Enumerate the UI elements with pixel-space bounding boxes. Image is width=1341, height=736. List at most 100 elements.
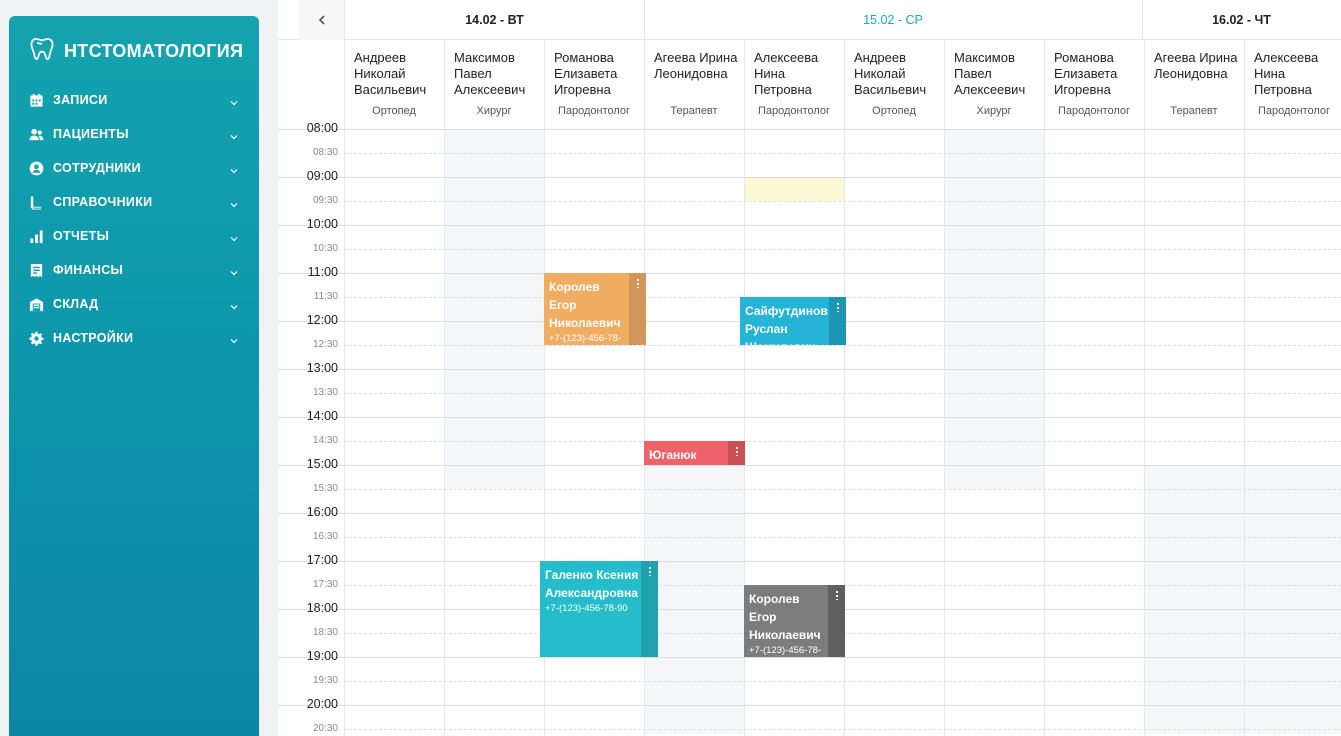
patient-name: Сайфутдинов Руслан Шамилевич	[745, 304, 828, 345]
doctor-name: Агеева Ирина Леонидовна	[654, 50, 738, 81]
time-gridline	[344, 729, 1341, 730]
patient-name: Королев Егор Николаевич	[549, 280, 621, 330]
time-gridline	[344, 537, 1341, 538]
time-label: 16:30	[312, 531, 338, 542]
menu-item-label: СОТРУДНИКИ	[53, 161, 141, 175]
column-divider	[1244, 40, 1245, 736]
highlighted-slot[interactable]	[744, 177, 844, 201]
appointment-card[interactable]: Галенко Ксения Александровна +7-(123)-456…	[540, 561, 658, 657]
appointment-card[interactable]: Королев Егор Николаевич +7-(123)-456-78-9…	[744, 585, 845, 657]
doctor-specialty: Ортопед	[372, 105, 416, 117]
time-gridline	[278, 273, 1341, 274]
doctor-header[interactable]: Алексеева Нина Петровна Пародонтолог	[744, 40, 844, 129]
appointment-card[interactable]: Сайфутдинов Руслан Шамилевич	[740, 297, 846, 345]
time-label: 19:00	[306, 649, 338, 663]
appointment-card[interactable]: Юганюк	[644, 441, 745, 465]
doctor-header[interactable]: Андреев Николай Васильевич Ортопед	[344, 40, 444, 129]
time-gridline	[278, 225, 1341, 226]
more-options-icon[interactable]	[728, 441, 745, 465]
schedule-grid: 08:00 08:30 09:00 09:30 10:00 10:30 11:00 11:30…	[278, 40, 1341, 736]
day-tab-2[interactable]: 15.02 - СР	[644, 0, 1142, 40]
time-gridline	[278, 561, 1341, 562]
doctor-specialty: Терапевт	[1170, 105, 1218, 117]
more-options-icon[interactable]	[828, 585, 845, 657]
menu-item-label: ЗАПИСИ	[53, 93, 108, 107]
column-divider	[1144, 40, 1145, 736]
doctor-name: Максимов Павел Алексеевич	[954, 50, 1026, 97]
menu-item-label: СКЛАД	[53, 297, 99, 311]
day-tab-1[interactable]: 14.02 - ВТ	[345, 0, 644, 40]
time-gridline	[344, 153, 1341, 154]
day-tab-3[interactable]: 16.02 - ЧТ	[1142, 0, 1341, 40]
doctor-name: Максимов Павел Алексеевич	[454, 50, 526, 97]
chevron-down-icon	[229, 333, 239, 344]
time-label: 08:30	[312, 147, 338, 158]
tooth-logo-icon	[29, 36, 55, 67]
doctor-specialty: Пародонтолог	[757, 105, 831, 117]
doctor-specialty: Пародонтолог	[1257, 105, 1331, 117]
time-label: 19:30	[312, 675, 338, 686]
column-divider	[1044, 40, 1045, 736]
user-circle-icon	[28, 160, 44, 176]
doctor-header[interactable]: Романова Елизавета Игоревна Пародонтолог	[544, 40, 644, 129]
doctor-specialty: Пародонтолог	[557, 105, 631, 117]
doctor-header[interactable]: Агеева Ирина Леонидовна Терапевт	[1144, 40, 1244, 129]
appointment-body: Королев Егор Николаевич +7-(123)-456-78-9…	[744, 585, 828, 657]
doctor-name: Андреев Николай Васильевич	[354, 50, 427, 97]
appointment-body: Юганюк	[644, 441, 728, 465]
more-options-icon[interactable]	[629, 273, 646, 345]
menu-item-7[interactable]: СКЛАД	[9, 287, 259, 321]
gear-icon	[28, 330, 44, 346]
day-separator	[1142, 0, 1143, 40]
doctor-name: Андреев Николай Васильевич	[854, 50, 927, 97]
doctor-name: Алексеева Нина Петровна	[1254, 50, 1319, 97]
chevron-down-icon	[229, 231, 239, 242]
time-gridline	[344, 441, 1341, 442]
time-gridline	[278, 369, 1341, 370]
sidebar: НТСТОМАТОЛОГИЯ ЗАПИСИ ПАЦИЕНТЫ СОТРУДНИКИ С…	[9, 16, 259, 736]
day-bar: 14.02 - ВТ 15.02 - СР 16.02 - ЧТ	[278, 0, 1341, 40]
menu-item-4[interactable]: СПРАВОЧНИКИ	[9, 185, 259, 219]
more-options-icon[interactable]	[641, 561, 658, 657]
menu-item-5[interactable]: ОТЧЕТЫ	[9, 219, 259, 253]
brand-name: НТСТОМАТОЛОГИЯ	[64, 41, 244, 61]
time-label: 13:00	[306, 361, 338, 375]
menu-item-8[interactable]: НАСТРОЙКИ	[9, 321, 259, 355]
menu-item-1[interactable]: ЗАПИСИ	[9, 83, 259, 117]
chevron-left-icon	[318, 12, 326, 28]
time-gridline	[344, 393, 1341, 394]
time-gridline	[344, 345, 1341, 346]
book-icon	[28, 194, 44, 210]
chevron-down-icon	[229, 265, 239, 276]
doctor-header[interactable]: Романова Елизавета Игоревна Пародонтолог	[1044, 40, 1144, 129]
appointment-card[interactable]: Королев Егор Николаевич +7-(123)-456-78-	[544, 273, 646, 345]
doctor-specialty: Хирург	[476, 105, 512, 117]
time-label: 14:00	[306, 409, 338, 423]
users-icon	[28, 126, 44, 142]
menu-item-6[interactable]: ФИНАНСЫ	[9, 253, 259, 287]
doctor-header[interactable]: Максимов Павел Алексеевич Хирург	[944, 40, 1044, 129]
time-label: 10:30	[312, 243, 338, 254]
doctor-header[interactable]: Агеева Ирина Леонидовна Терапевт	[644, 40, 744, 129]
doctor-header[interactable]: Андреев Николай Васильевич Ортопед	[844, 40, 944, 129]
time-label: 18:30	[312, 627, 338, 638]
time-gridline	[278, 129, 1341, 130]
patient-phone: +7-(123)-456-78-90	[749, 645, 822, 656]
menu-item-3[interactable]: СОТРУДНИКИ	[9, 151, 259, 185]
off-hours-shade	[944, 129, 1044, 489]
menu-item-2[interactable]: ПАЦИЕНТЫ	[9, 117, 259, 151]
doctor-header[interactable]: Алексеева Нина Петровна Пародонтолог	[1244, 40, 1341, 129]
time-gridline	[344, 489, 1341, 490]
time-label: 11:00	[307, 265, 338, 279]
brand[interactable]: НТСТОМАТОЛОГИЯ	[29, 36, 243, 67]
warehouse-icon	[28, 296, 44, 312]
prev-days-button[interactable]	[299, 0, 345, 40]
bar-chart-icon	[28, 228, 44, 244]
doctor-header[interactable]: Максимов Павел Алексеевич Хирург	[444, 40, 544, 129]
chevron-down-icon	[229, 163, 239, 174]
receipt-icon	[28, 262, 44, 278]
chevron-down-icon	[229, 129, 239, 140]
doctor-name: Романова Елизавета Игоревна	[554, 50, 618, 97]
appointment-body: Галенко Ксения Александровна +7-(123)-456…	[540, 561, 641, 657]
more-options-icon[interactable]	[829, 297, 846, 345]
